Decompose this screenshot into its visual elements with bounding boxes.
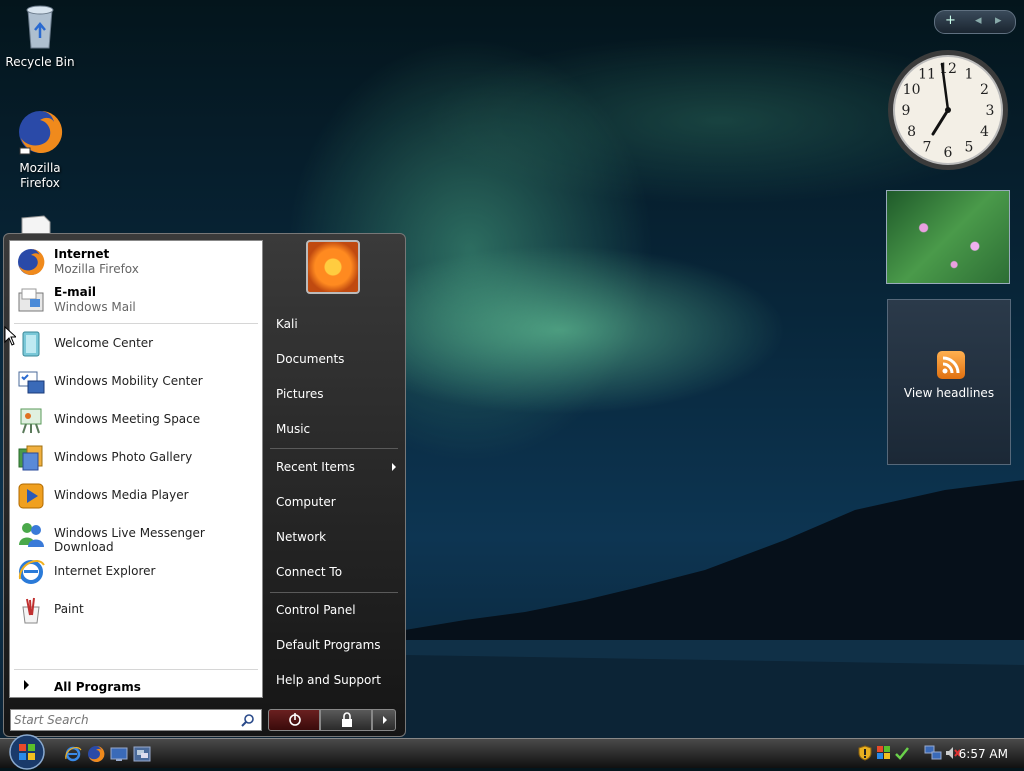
security-shield-icon[interactable]	[858, 745, 872, 761]
clock-numeral: 4	[980, 124, 989, 140]
clock-numeral: 2	[980, 82, 989, 98]
taskbar: 6:57 AM	[0, 734, 1024, 770]
clock-numeral: 8	[907, 124, 916, 140]
start-button[interactable]	[6, 733, 48, 771]
user-picture[interactable]	[306, 240, 360, 294]
right-item-user[interactable]: Kali	[274, 313, 400, 335]
right-item-connect-to[interactable]: Connect To	[274, 561, 400, 583]
internet-explorer-icon	[18, 560, 45, 584]
right-item-control-panel[interactable]: Control Panel	[274, 599, 400, 621]
internet-explorer-icon[interactable]	[64, 745, 82, 763]
landscape-silhouette	[405, 480, 1024, 740]
pinned-item-internet[interactable]: Internet Mozilla Firefox	[14, 245, 258, 279]
desktop-icon-label: Recycle Bin	[5, 55, 75, 69]
program-item-live-messenger[interactable]: Windows Live Messenger Download	[14, 517, 258, 554]
power-buttons	[268, 709, 396, 731]
right-item-pictures[interactable]: Pictures	[274, 383, 400, 405]
right-item-computer[interactable]: Computer	[274, 491, 400, 513]
firefox-icon	[18, 248, 45, 275]
all-programs-button[interactable]: All Programs	[14, 677, 258, 697]
pinned-item-email[interactable]: E-mail Windows Mail	[14, 283, 258, 317]
network-icon[interactable]	[924, 745, 942, 761]
media-player-icon	[18, 483, 44, 509]
start-search-box[interactable]	[10, 709, 262, 731]
feed-label: View headlines	[903, 386, 995, 400]
arrow-right-icon	[24, 680, 29, 690]
firefox-icon[interactable]	[87, 745, 105, 763]
clock-numeral: 5	[965, 139, 974, 155]
arrow-right-icon	[383, 716, 387, 724]
clock-numeral: 6	[944, 145, 953, 161]
paint-icon	[22, 597, 40, 624]
start-menu: Internet Mozilla Firefox E-mail Windows …	[3, 233, 406, 737]
desktop-icon-firefox[interactable]: Mozilla Firefox	[2, 108, 78, 191]
mobility-center-icon	[18, 371, 45, 394]
switch-windows-icon[interactable]	[133, 745, 151, 763]
power-button[interactable]	[268, 709, 320, 731]
shutdown-options-button[interactable]	[372, 709, 396, 731]
lock-button[interactable]	[320, 709, 372, 731]
previous-gadgets-icon[interactable]: ◂	[975, 13, 982, 28]
checkmark-icon[interactable]	[894, 745, 910, 761]
start-menu-programs-pane: Internet Mozilla Firefox E-mail Windows …	[9, 240, 263, 698]
next-gadgets-icon[interactable]: ▸	[995, 13, 1002, 28]
rss-icon	[937, 351, 965, 379]
slideshow-gadget[interactable]	[886, 190, 1010, 284]
clock-numeral: 3	[986, 103, 995, 119]
clock-gadget[interactable]: 12 1234567891011	[886, 48, 1010, 172]
feed-headlines-gadget[interactable]: View headlines	[887, 299, 1011, 465]
right-item-documents[interactable]: Documents	[274, 348, 400, 370]
start-search-input[interactable]	[14, 712, 234, 728]
show-desktop-icon[interactable]	[110, 745, 128, 763]
program-item-paint[interactable]: Paint	[14, 593, 258, 627]
recycle-bin-icon	[26, 5, 54, 49]
system-tray: 6:57 AM	[854, 741, 1022, 767]
desktop-icon-recycle-bin[interactable]: Recycle Bin	[2, 2, 78, 70]
program-item-media-player[interactable]: Windows Media Player	[14, 479, 258, 513]
clock-numeral: 1	[965, 67, 974, 83]
mouse-cursor-icon	[4, 326, 16, 346]
clock-numeral: 7	[923, 139, 932, 155]
separator	[270, 448, 398, 449]
separator	[14, 669, 258, 670]
messenger-icon	[19, 523, 44, 547]
photo-gallery-icon	[18, 445, 43, 471]
program-item-meeting-space[interactable]: Windows Meeting Space	[14, 403, 258, 437]
clock-numeral: 9	[902, 103, 911, 119]
right-item-recent-items[interactable]: Recent Items	[274, 456, 400, 478]
lock-icon	[342, 712, 352, 727]
meeting-space-icon	[20, 408, 42, 434]
program-item-welcome-center[interactable]: Welcome Center	[14, 327, 258, 361]
right-item-help-support[interactable]: Help and Support	[274, 669, 400, 691]
program-item-photo-gallery[interactable]: Windows Photo Gallery	[14, 441, 258, 475]
windows-update-icon[interactable]	[876, 745, 892, 761]
program-item-mobility-center[interactable]: Windows Mobility Center	[14, 365, 258, 399]
add-gadget-icon[interactable]: +	[945, 13, 956, 28]
right-item-music[interactable]: Music	[274, 418, 400, 440]
clock-numeral: 10	[903, 82, 921, 98]
taskbar-clock[interactable]: 6:57 AM	[959, 747, 1008, 761]
separator	[270, 592, 398, 593]
welcome-center-icon	[22, 331, 40, 357]
power-icon	[289, 713, 301, 726]
right-item-default-programs[interactable]: Default Programs	[274, 634, 400, 656]
right-item-network[interactable]: Network	[274, 526, 400, 548]
desktop-icon-document[interactable]	[18, 214, 58, 234]
mail-icon	[18, 288, 44, 312]
arrow-right-icon	[392, 463, 396, 471]
document-icon	[21, 215, 51, 234]
firefox-icon	[19, 110, 63, 155]
program-item-internet-explorer[interactable]: Internet Explorer	[14, 555, 258, 589]
desktop-icon-label: Mozilla Firefox	[19, 161, 61, 190]
separator	[14, 323, 258, 324]
clock-numeral: 11	[918, 67, 936, 83]
sidebar-gadget-controls: + ◂ ▸	[934, 10, 1016, 34]
search-icon[interactable]	[241, 713, 255, 727]
